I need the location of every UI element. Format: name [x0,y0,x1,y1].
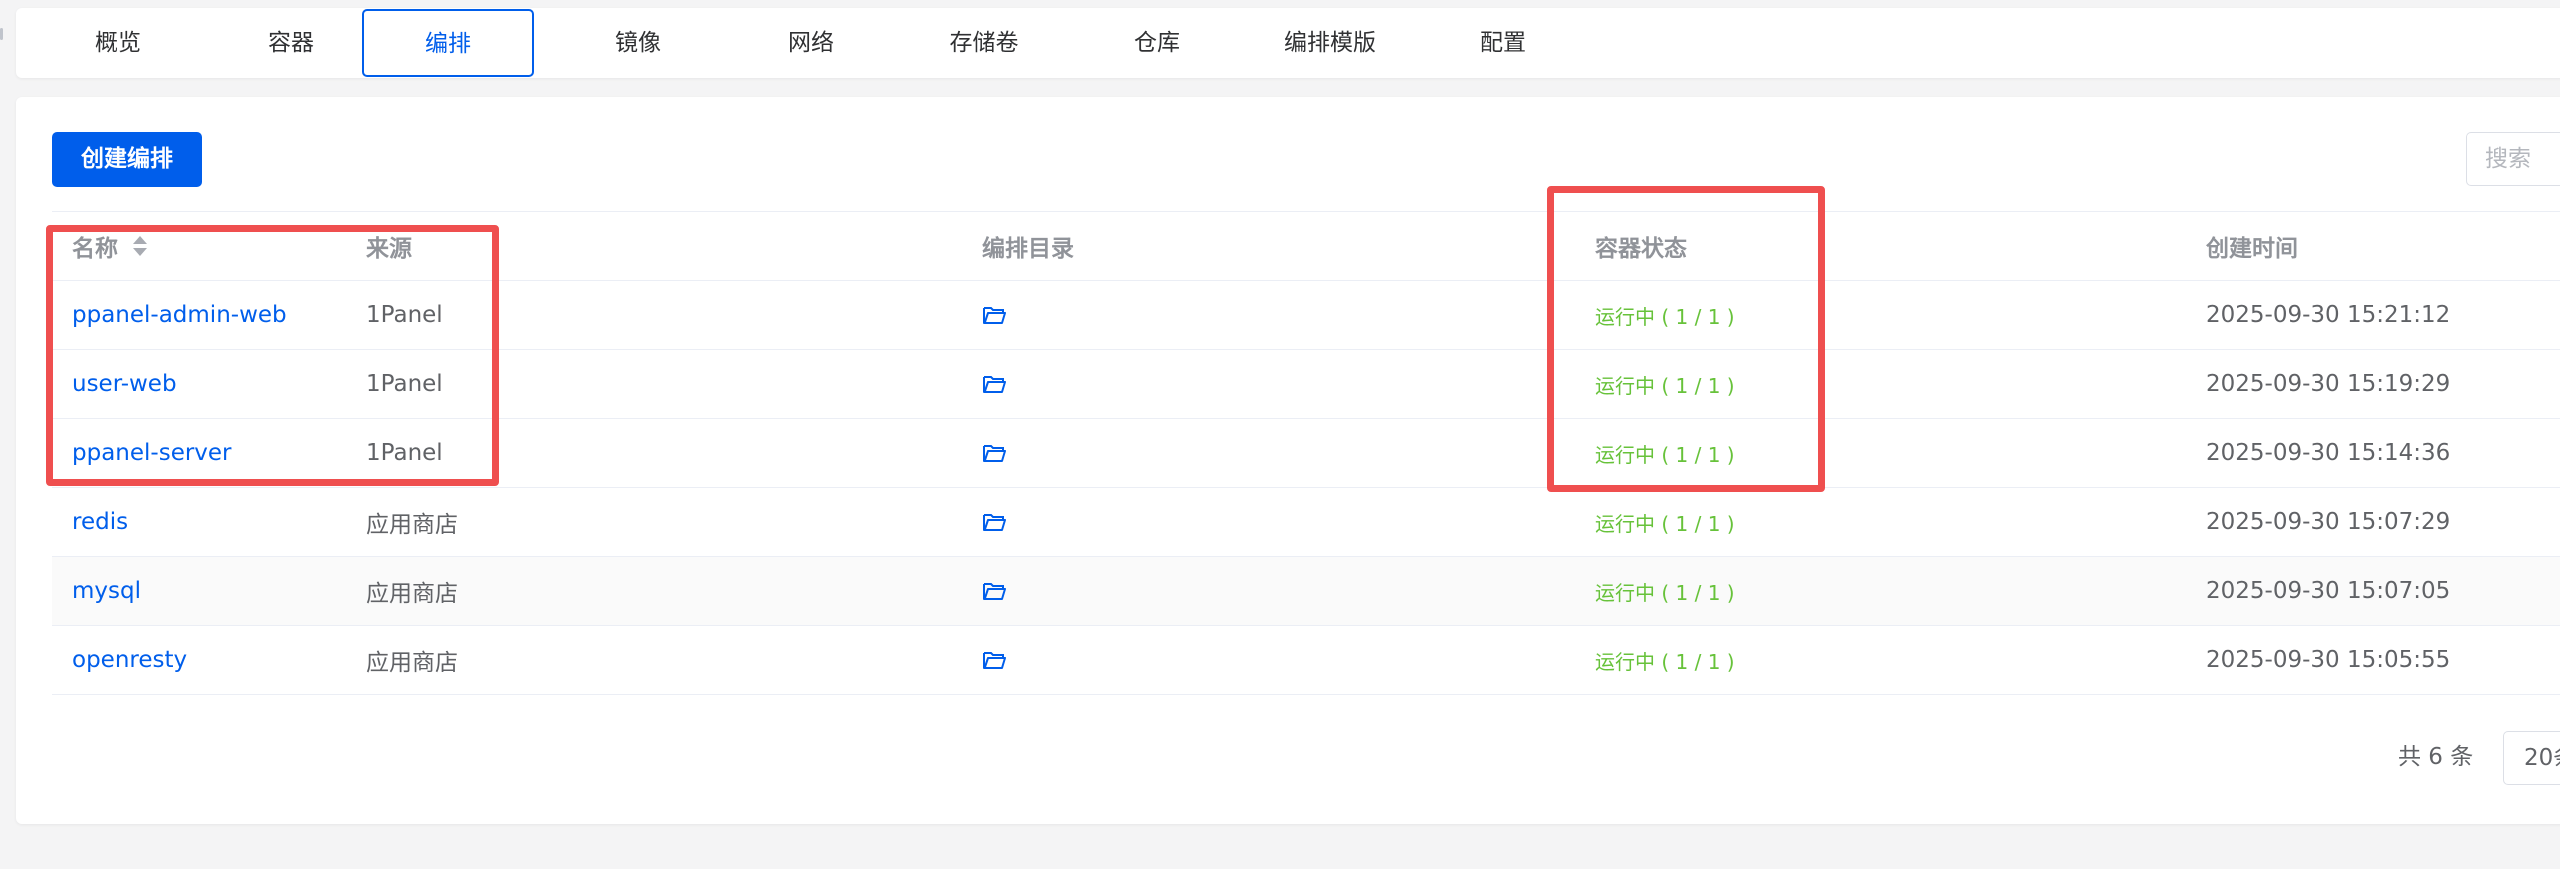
column-header-source: 来源 [366,236,412,262]
table-row: user-web 1Panel 运行中 ( 1 / 1 ) 2025-09-30… [52,350,2560,419]
tab-repositories[interactable]: 仓库 [1071,8,1243,78]
status-badge: 运行中 ( 1 / 1 ) [1595,373,1735,398]
status-badge: 运行中 ( 1 / 1 ) [1595,304,1735,329]
status-badge: 运行中 ( 1 / 1 ) [1595,580,1735,605]
created-time-cell: 2025-09-30 15:21:12 [2206,302,2451,328]
folder-open-icon[interactable] [982,443,1006,463]
column-header-dir: 编排目录 [982,236,1074,262]
created-time-cell: 2025-09-30 15:07:29 [2206,509,2451,535]
status-badge: 运行中 ( 1 / 1 ) [1595,442,1735,467]
tab-bar: 概览 容器 编排 镜像 网络 存储卷 仓库 编排模版 配置 [16,8,2560,78]
search-input[interactable] [2467,133,2560,185]
table-row: ppanel-server 1Panel 运行中 ( 1 / 1 ) 2025-… [52,419,2560,488]
column-header-name[interactable]: 名称 [72,212,148,280]
folder-open-icon[interactable] [982,581,1006,601]
folder-open-icon[interactable] [982,512,1006,532]
tab-networks[interactable]: 网络 [725,8,897,78]
table-row: mysql 应用商店 运行中 ( 1 / 1 ) 2025-09-30 15:0… [52,557,2560,626]
folder-open-icon[interactable] [982,305,1006,325]
table-row: redis 应用商店 运行中 ( 1 / 1 ) 2025-09-30 15:0… [52,488,2560,557]
tab-images[interactable]: 镜像 [552,8,724,78]
status-badge: 运行中 ( 1 / 1 ) [1595,511,1735,536]
source-cell: 1Panel [366,302,443,328]
tab-settings[interactable]: 配置 [1417,8,1589,78]
compose-name-link[interactable]: ppanel-admin-web [72,302,287,328]
compose-table: 名称 来源 编排目录 容器状态 创建时间 ppanel-admin-web 1P… [52,211,2560,695]
table-header: 名称 来源 编排目录 容器状态 创建时间 [52,211,2560,281]
tab-overview[interactable]: 概览 [32,8,204,78]
search-box[interactable] [2466,132,2560,186]
column-header-status: 容器状态 [1595,236,1687,262]
source-cell: 应用商店 [366,581,458,607]
created-time-cell: 2025-09-30 15:14:36 [2206,440,2451,466]
folder-open-icon[interactable] [982,374,1006,394]
table-row: openresty 应用商店 运行中 ( 1 / 1 ) 2025-09-30 … [52,626,2560,695]
compose-name-link[interactable]: ppanel-server [72,440,232,466]
tab-compose-templates[interactable]: 编排模版 [1244,8,1416,78]
table-row: ppanel-admin-web 1Panel 运行中 ( 1 / 1 ) 20… [52,281,2560,350]
status-badge: 运行中 ( 1 / 1 ) [1595,649,1735,674]
compose-name-link[interactable]: user-web [72,371,177,397]
source-cell: 1Panel [366,371,443,397]
created-time-cell: 2025-09-30 15:19:29 [2206,371,2451,397]
sort-icon[interactable] [132,234,148,258]
page-size-select[interactable]: 20条 [2503,731,2560,785]
left-edge-mark [0,28,3,40]
compose-name-link[interactable]: mysql [72,578,141,604]
source-cell: 1Panel [366,440,443,466]
source-cell: 应用商店 [366,512,458,538]
created-time-cell: 2025-09-30 15:05:55 [2206,647,2451,673]
compose-name-link[interactable]: openresty [72,647,187,673]
column-header-created: 创建时间 [2206,236,2298,262]
total-count: 共 6 条 [2398,744,2474,770]
compose-name-link[interactable]: redis [72,509,128,535]
tab-volumes[interactable]: 存储卷 [898,8,1070,78]
create-compose-button[interactable]: 创建编排 [52,132,202,187]
tab-containers[interactable]: 容器 [205,8,377,78]
folder-open-icon[interactable] [982,650,1006,670]
created-time-cell: 2025-09-30 15:07:05 [2206,578,2451,604]
tab-compose[interactable]: 编排 [362,9,534,77]
source-cell: 应用商店 [366,650,458,676]
